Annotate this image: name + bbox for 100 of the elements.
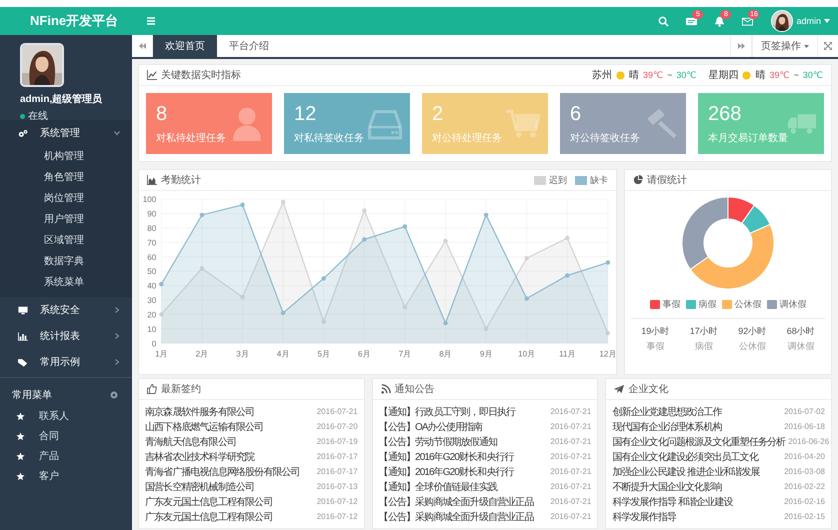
list-link[interactable]: 青海省广播电视信息网络股份有限公司 <box>145 464 300 478</box>
settings-icon[interactable] <box>110 391 118 399</box>
y-axis: 0 10 20 30 40 50 60 70 80 90 100 <box>142 195 156 348</box>
list-link[interactable]: 【公告】劳动节假期放假通知 <box>378 434 497 448</box>
sidebar-item[interactable]: 系统安全 <box>0 297 132 323</box>
data-point <box>524 296 529 301</box>
list-link[interactable]: 国有企业文化建设必须突出员工文化 <box>612 450 758 464</box>
panel-title: 通知公告 <box>394 382 435 396</box>
category-label: 5月 <box>317 349 330 358</box>
user-icon <box>230 106 264 140</box>
paper-plane-icon <box>614 384 624 394</box>
category-label: 8月 <box>439 349 452 358</box>
caret-icon[interactable] <box>804 44 809 48</box>
total-value: 17小时 <box>690 325 718 338</box>
list-link[interactable]: 【通知】2016年G20财长和央行行 <box>378 450 514 464</box>
total-value: 92小时 <box>738 325 766 338</box>
panel-title: 考勤统计 <box>161 174 201 187</box>
shortcut-item[interactable]: 合同 <box>0 426 132 446</box>
list-date: 2016-07-21 <box>550 422 592 431</box>
total-value: 68小时 <box>786 325 815 338</box>
mail-icon[interactable] <box>742 16 753 26</box>
list-date: 2016-07-21 <box>550 452 592 461</box>
tasks-icon[interactable] <box>686 16 697 26</box>
category-label: 3月 <box>236 349 249 358</box>
search-icon[interactable] <box>658 16 669 26</box>
shortcut-item[interactable]: 联系人 <box>0 406 132 426</box>
legend-label: 公休假 <box>734 298 762 311</box>
list-date: 2016-07-21 <box>550 467 592 476</box>
weather-label: 星期四 <box>708 68 738 82</box>
fullscreen-icon[interactable] <box>824 42 832 50</box>
data-point <box>402 304 408 310</box>
panel-title: 关键数据实时指标 <box>161 68 241 82</box>
data-point <box>159 312 164 317</box>
stat-card: 2 对公待处理任务 <box>422 93 548 154</box>
total-value: 19小时 <box>641 325 670 338</box>
list-link[interactable]: 【通知】全球价值链最佳实践 <box>378 480 497 494</box>
panel-title: 企业文化 <box>628 382 668 396</box>
chevron-down-icon <box>114 130 120 136</box>
data-point <box>443 320 448 326</box>
category-label: 4月 <box>276 349 290 358</box>
sidebar-subitem[interactable]: 角色管理 <box>0 167 132 188</box>
category-label: 9月 <box>480 349 492 358</box>
list-date: 2016-07-17 <box>316 467 358 476</box>
backward-icon[interactable] <box>138 43 146 49</box>
data-point <box>159 282 164 286</box>
list-link[interactable]: 现代国有企业治理体系机构 <box>612 420 722 434</box>
list-link[interactable]: 【公告】采购商城全面升级自营业正品 <box>378 510 534 524</box>
sidebar-item[interactable]: 统计报表 <box>0 323 132 349</box>
tab-actions-menu[interactable]: 页签操作 <box>752 35 817 57</box>
shortcut-item[interactable]: 客户 <box>0 466 132 486</box>
list-date: 2016-06-18 <box>784 422 825 431</box>
list-link[interactable]: 国营长空精密机械制造公司 <box>145 480 254 494</box>
low-temperature: 30℃ <box>676 70 696 80</box>
forward-icon[interactable] <box>738 43 744 49</box>
list-link[interactable]: 南京森晟软件服务有限公司 <box>145 404 254 418</box>
list-link[interactable]: 【通知】行政员工守则，即日执行 <box>378 404 516 418</box>
sun-icon <box>616 70 625 80</box>
list-link[interactable]: 广东友元国土信息工程有限公司 <box>145 494 272 508</box>
list-link[interactable]: 科学发展作指导 <box>612 510 676 524</box>
list-link[interactable]: 【公告】采购商城全面升级自营业正品 <box>378 494 534 508</box>
data-point <box>362 208 367 213</box>
data-point <box>240 294 245 300</box>
list-link[interactable]: 【通知】2016年G20财长和央行行 <box>378 464 514 478</box>
data-point <box>362 237 367 242</box>
data-point <box>524 256 529 260</box>
list-date: 2016-07-12 <box>316 512 358 521</box>
list-link[interactable]: 创新企业党建思想政治工作 <box>612 404 722 418</box>
list-link[interactable]: 科学发展作指导 和谐企业建设 <box>612 494 733 508</box>
bar-chart-icon <box>18 332 28 340</box>
tab[interactable]: 欢迎首页 <box>153 35 217 57</box>
stat-card: 8 对私待处理任务 <box>146 93 272 154</box>
list-link[interactable]: 国有企业文化问题根源及文化重塑任务分析 <box>612 434 786 448</box>
data-point <box>606 260 610 265</box>
star-icon <box>16 472 25 480</box>
list-link[interactable]: 【公告】OA办公使用指南 <box>378 420 482 434</box>
data-point <box>321 319 326 324</box>
bell-icon[interactable] <box>714 16 725 26</box>
sidebar-subitem[interactable]: 数据字典 <box>0 251 132 272</box>
list-date: 2016-02-22 <box>784 482 825 491</box>
list-link[interactable]: 吉林省农业技术科学研究院 <box>145 450 254 464</box>
tag-icon <box>18 358 28 366</box>
menu-icon[interactable] <box>144 15 158 27</box>
list-link[interactable]: 加强企业公民建设 推进企业和谐发展 <box>612 464 760 478</box>
list-link[interactable]: 广东友元国土信息工程有限公司 <box>145 510 272 524</box>
list-link[interactable]: 不断提升大国企业文化影响 <box>612 480 722 494</box>
sidebar-subitem[interactable]: 系统菜单 <box>0 272 132 293</box>
sidebar-item[interactable]: 常用示例 <box>0 349 132 375</box>
sidebar-subitem[interactable]: 区域管理 <box>0 230 132 251</box>
category-label: 7月 <box>398 349 412 358</box>
sidebar-item[interactable]: 系统管理 <box>0 120 132 146</box>
list-link[interactable]: 山西下格底燃气运输有限公司 <box>145 420 264 434</box>
data-point <box>565 236 570 240</box>
list-date: 2016-07-21 <box>550 482 592 491</box>
list-link[interactable]: 青海航天信息有限公司 <box>145 434 236 448</box>
sidebar-subitem[interactable]: 用户管理 <box>0 209 132 230</box>
sidebar-subitem[interactable]: 机构管理 <box>0 146 132 167</box>
caret-icon[interactable] <box>824 19 830 23</box>
shortcut-item[interactable]: 产品 <box>0 446 132 466</box>
sidebar-subitem[interactable]: 岗位管理 <box>0 188 132 209</box>
total-label: 事假 <box>646 340 664 353</box>
